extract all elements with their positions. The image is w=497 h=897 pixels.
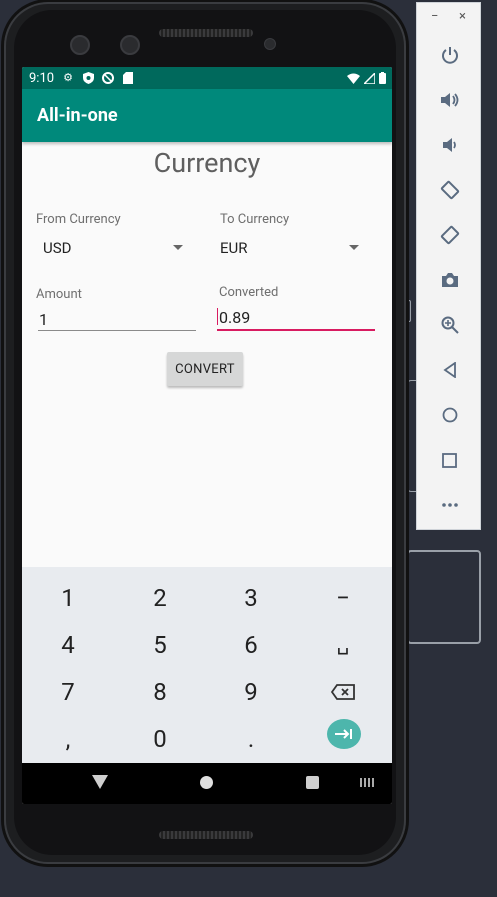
proximity-sensor-icon [264, 38, 276, 50]
key-7[interactable]: 7 [38, 678, 98, 706]
from-currency-label: From Currency [36, 212, 121, 227]
rotate-right-icon[interactable] [417, 220, 482, 250]
status-bar: 9:10 ⚙ [22, 67, 392, 89]
app-bar: All-in-one [22, 89, 392, 142]
navigation-bar [22, 763, 392, 804]
bottom-speaker [159, 831, 253, 839]
key-1[interactable]: 1 [38, 584, 98, 612]
key-8[interactable]: 8 [130, 678, 190, 706]
zoom-icon[interactable] [417, 310, 482, 340]
key-2[interactable]: 2 [130, 584, 190, 612]
battery-icon [379, 72, 386, 84]
camera-icon[interactable] [417, 265, 482, 295]
from-currency-value: USD [43, 239, 72, 257]
nav-home-icon[interactable] [200, 776, 213, 789]
status-right [347, 72, 386, 84]
enter-key-icon[interactable] [327, 719, 361, 749]
key-4[interactable]: 4 [38, 631, 98, 659]
power-icon[interactable] [417, 40, 482, 70]
home-icon[interactable] [417, 400, 482, 430]
from-currency-spinner[interactable]: USD [36, 233, 188, 261]
front-camera-icon [70, 35, 90, 55]
status-time: 9:10 [29, 70, 55, 86]
to-currency-value: EUR [220, 239, 248, 257]
more-icon[interactable] [417, 490, 482, 520]
keyboard-switch-icon[interactable] [360, 778, 374, 787]
emulator-toolbar: − × [416, 2, 481, 530]
key-comma[interactable]: , [38, 725, 98, 753]
sd-card-icon [122, 72, 134, 84]
phone-screen: 9:10 ⚙ All-in-one Currency From Currency… [22, 67, 392, 804]
to-currency-spinner[interactable]: EUR [220, 233, 364, 261]
settings-icon: ⚙ [63, 71, 74, 84]
convert-button[interactable]: CONVERT [167, 352, 243, 386]
key-9[interactable]: 9 [221, 678, 281, 706]
amount-value: 1 [39, 310, 48, 329]
amount-label: Amount [36, 287, 82, 302]
signal-icon [364, 72, 375, 84]
to-dropdown-arrow-icon [349, 245, 359, 250]
data-saver-icon [102, 72, 115, 84]
key-5[interactable]: 5 [130, 631, 190, 659]
page-title: Currency [153, 147, 261, 179]
backspace-icon[interactable] [330, 684, 355, 700]
numeric-keyboard: 1 2 3 − 4 5 6 ␣ 7 8 9 , 0 . [22, 567, 392, 763]
volume-up-icon[interactable] [417, 85, 482, 115]
converted-input[interactable]: 0.89 [217, 305, 375, 331]
text-cursor [217, 308, 218, 325]
amount-input[interactable]: 1 [38, 307, 196, 331]
key-minus[interactable]: − [313, 584, 373, 612]
from-dropdown-arrow-icon [173, 245, 183, 250]
to-currency-label: To Currency [220, 212, 290, 227]
key-0[interactable]: 0 [130, 725, 190, 753]
nav-recents-icon[interactable] [306, 776, 319, 789]
key-period[interactable]: . [221, 725, 281, 753]
shield-icon [82, 72, 94, 84]
close-button[interactable]: × [459, 9, 466, 24]
converted-label: Converted [219, 285, 279, 300]
key-space[interactable]: ␣ [313, 631, 373, 655]
converted-value: 0.89 [219, 308, 251, 327]
key-3[interactable]: 3 [221, 584, 281, 612]
nav-back-icon[interactable] [92, 775, 108, 789]
minimize-button[interactable]: − [431, 9, 438, 24]
back-icon[interactable] [417, 355, 482, 385]
front-sensor-icon [120, 35, 140, 55]
wifi-icon [347, 73, 360, 84]
overview-icon[interactable] [417, 445, 482, 475]
volume-down-icon[interactable] [417, 130, 482, 160]
top-speaker [159, 29, 253, 37]
rotate-left-icon[interactable] [417, 175, 482, 205]
app-title: All-in-one [37, 105, 118, 126]
key-6[interactable]: 6 [221, 631, 281, 659]
